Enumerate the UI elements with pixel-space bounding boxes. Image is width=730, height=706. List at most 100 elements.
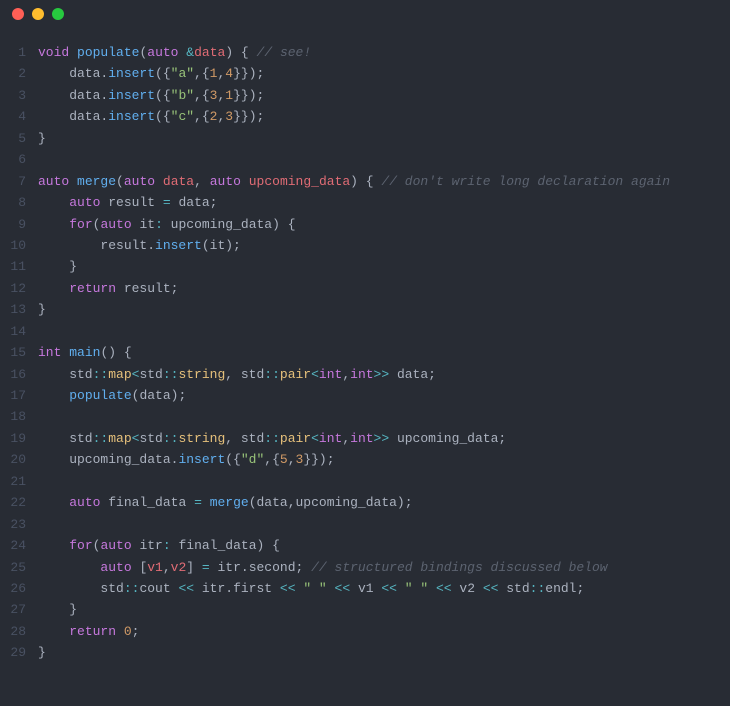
- code-content[interactable]: upcoming_data.insert({"d",{5,3}});: [38, 449, 730, 470]
- code-line[interactable]: 25 auto [v1,v2] = itr.second; // structu…: [0, 557, 730, 578]
- code-line[interactable]: 21: [0, 471, 730, 492]
- token: ,{: [194, 88, 210, 103]
- code-content[interactable]: [38, 471, 730, 492]
- code-line[interactable]: 12 return result;: [0, 278, 730, 299]
- code-line[interactable]: 13}: [0, 299, 730, 320]
- code-content[interactable]: [38, 321, 730, 342]
- token: data;: [171, 195, 218, 210]
- code-editor[interactable]: 1void populate(auto &data) { // see!2 da…: [0, 28, 730, 678]
- token: [241, 174, 249, 189]
- token: (data,upcoming_data);: [249, 495, 413, 510]
- token: // don't write long declaration again: [381, 174, 670, 189]
- code-content[interactable]: std::map<std::string, std::pair<int,int>…: [38, 364, 730, 385]
- code-line[interactable]: 28 return 0;: [0, 621, 730, 642]
- code-line[interactable]: 3 data.insert({"b",{3,1}});: [0, 85, 730, 106]
- code-content[interactable]: void populate(auto &data) { // see!: [38, 42, 730, 63]
- token: auto: [100, 560, 131, 575]
- code-content[interactable]: }: [38, 642, 730, 663]
- code-content[interactable]: }: [38, 256, 730, 277]
- code-line[interactable]: 23: [0, 514, 730, 535]
- code-content[interactable]: [38, 149, 730, 170]
- code-content[interactable]: auto result = data;: [38, 192, 730, 213]
- code-line[interactable]: 15int main() {: [0, 342, 730, 363]
- code-line[interactable]: 10 result.insert(it);: [0, 235, 730, 256]
- close-icon[interactable]: [12, 8, 24, 20]
- token: <: [311, 367, 319, 382]
- code-content[interactable]: auto merge(auto data, auto upcoming_data…: [38, 171, 730, 192]
- code-line[interactable]: 18: [0, 406, 730, 427]
- code-content[interactable]: }: [38, 599, 730, 620]
- token: [69, 45, 77, 60]
- code-content[interactable]: for(auto it: upcoming_data) {: [38, 214, 730, 235]
- code-content[interactable]: auto final_data = merge(data,upcoming_da…: [38, 492, 730, 513]
- window-titlebar: [0, 0, 730, 28]
- token: ;: [132, 624, 140, 639]
- code-content[interactable]: result.insert(it);: [38, 235, 730, 256]
- code-line[interactable]: 24 for(auto itr: final_data) {: [0, 535, 730, 556]
- token: auto: [210, 174, 241, 189]
- code-line[interactable]: 26 std::cout << itr.first << " " << v1 <…: [0, 578, 730, 599]
- code-line[interactable]: 14: [0, 321, 730, 342]
- code-line[interactable]: 8 auto result = data;: [0, 192, 730, 213]
- token: }: [38, 259, 77, 274]
- code-line[interactable]: 7auto merge(auto data, auto upcoming_dat…: [0, 171, 730, 192]
- code-line[interactable]: 19 std::map<std::string, std::pair<int,i…: [0, 428, 730, 449]
- token: std: [139, 431, 162, 446]
- token: for: [69, 538, 92, 553]
- line-number: 16: [0, 364, 38, 385]
- token: int: [350, 367, 373, 382]
- token: endl;: [545, 581, 584, 596]
- code-line[interactable]: 2 data.insert({"a",{1,4}});: [0, 63, 730, 84]
- minimize-icon[interactable]: [32, 8, 44, 20]
- code-content[interactable]: auto [v1,v2] = itr.second; // structured…: [38, 557, 730, 578]
- code-content[interactable]: }: [38, 299, 730, 320]
- token: main: [69, 345, 100, 360]
- token: ,{: [194, 109, 210, 124]
- token: ,: [194, 174, 210, 189]
- code-content[interactable]: std::map<std::string, std::pair<int,int>…: [38, 428, 730, 449]
- token: populate: [69, 388, 131, 403]
- token: auto: [69, 195, 100, 210]
- token: <<: [436, 581, 452, 596]
- code-line[interactable]: 9 for(auto it: upcoming_data) {: [0, 214, 730, 235]
- token: [38, 195, 69, 210]
- token: ,: [288, 452, 296, 467]
- code-line[interactable]: 22 auto final_data = merge(data,upcoming…: [0, 492, 730, 513]
- code-line[interactable]: 17 populate(data);: [0, 385, 730, 406]
- token: // structured bindings discussed below: [311, 560, 607, 575]
- code-line[interactable]: 20 upcoming_data.insert({"d",{5,3}});: [0, 449, 730, 470]
- token: [397, 581, 405, 596]
- maximize-icon[interactable]: [52, 8, 64, 20]
- code-content[interactable]: for(auto itr: final_data) {: [38, 535, 730, 556]
- token: v1: [350, 581, 381, 596]
- code-content[interactable]: std::cout << itr.first << " " << v1 << "…: [38, 578, 730, 599]
- code-line[interactable]: 5}: [0, 128, 730, 149]
- token: [38, 624, 69, 639]
- code-content[interactable]: int main() {: [38, 342, 730, 363]
- token: "a": [171, 66, 194, 81]
- code-content[interactable]: }: [38, 128, 730, 149]
- code-content[interactable]: populate(data);: [38, 385, 730, 406]
- code-content[interactable]: return 0;: [38, 621, 730, 642]
- token: ::: [264, 367, 280, 382]
- token: v1: [147, 560, 163, 575]
- token: =: [202, 560, 210, 575]
- code-content[interactable]: data.insert({"b",{3,1}});: [38, 85, 730, 106]
- token: [327, 581, 335, 596]
- code-line[interactable]: 16 std::map<std::string, std::pair<int,i…: [0, 364, 730, 385]
- code-content[interactable]: [38, 406, 730, 427]
- token: data: [194, 45, 225, 60]
- code-content[interactable]: return result;: [38, 278, 730, 299]
- code-line[interactable]: 6: [0, 149, 730, 170]
- code-content[interactable]: data.insert({"a",{1,4}});: [38, 63, 730, 84]
- token: [428, 581, 436, 596]
- code-line[interactable]: 1void populate(auto &data) { // see!: [0, 42, 730, 63]
- token: :: [163, 538, 171, 553]
- code-content[interactable]: data.insert({"c",{2,3}});: [38, 106, 730, 127]
- code-line[interactable]: 4 data.insert({"c",{2,3}});: [0, 106, 730, 127]
- code-line[interactable]: 11 }: [0, 256, 730, 277]
- code-line[interactable]: 29}: [0, 642, 730, 663]
- code-line[interactable]: 27 }: [0, 599, 730, 620]
- code-content[interactable]: [38, 514, 730, 535]
- token: [38, 217, 69, 232]
